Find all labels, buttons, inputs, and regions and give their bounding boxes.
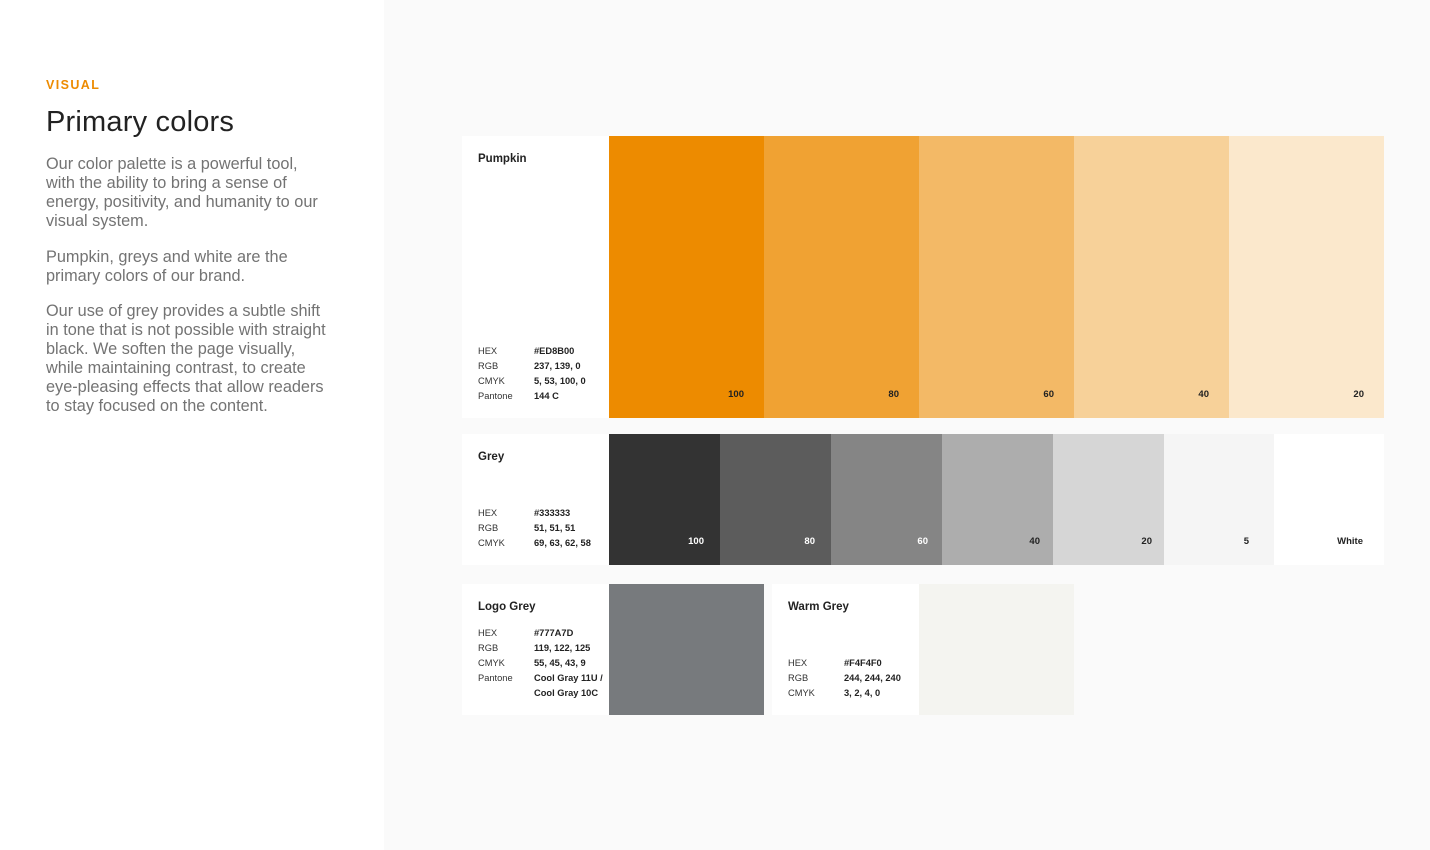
spec-row: CMYK 3, 2, 4, 0 <box>788 686 901 701</box>
color-specs: HEX #F4F4F0 RGB 244, 244, 240 CMYK 3, 2, 4,… <box>788 656 901 701</box>
grey-swatch-40: 40 <box>942 434 1053 565</box>
tint-label: 100 <box>728 389 744 400</box>
grey-swatch-100: 100 <box>609 434 720 565</box>
logo-grey-swatch <box>609 584 764 715</box>
tint-label: 40 <box>1029 536 1040 547</box>
spec-row: CMYK 5, 53, 100, 0 <box>478 374 586 389</box>
spec-row: HEX #ED8B00 <box>478 344 586 359</box>
spec-key: Pantone <box>478 673 513 683</box>
spec-value: 55, 45, 43, 9 <box>534 658 586 668</box>
intro-paragraph: Pumpkin, greys and white are the primary… <box>46 248 288 285</box>
pumpkin-swatch-20: 20 <box>1229 136 1384 418</box>
tint-label: White <box>1337 536 1363 547</box>
intro-paragraph: Our use of grey provides a subtle shift … <box>46 302 326 415</box>
tint-label: 40 <box>1198 389 1209 400</box>
spec-row: RGB 237, 139, 0 <box>478 359 586 374</box>
warm-grey-swatch <box>919 584 1074 715</box>
spec-key: CMYK <box>478 538 505 548</box>
page-title: Primary colors <box>46 106 235 138</box>
pumpkin-swatch-100: 100 <box>609 136 764 418</box>
color-name: Pumpkin <box>478 153 527 165</box>
spec-row: RGB 244, 244, 240 <box>788 671 901 686</box>
spec-row: RGB 119, 122, 125 <box>478 641 603 656</box>
spec-row: Cool Gray 10C <box>478 686 603 701</box>
spec-key: HEX <box>478 628 498 638</box>
color-specs: HEX #333333 RGB 51, 51, 51 CMYK 69, 63, 62,… <box>478 506 591 551</box>
palette-panel <box>384 0 1430 850</box>
grey-info-card: Grey HEX #333333 RGB 51, 51, 51 CMYK 69, 63… <box>462 434 609 565</box>
grey-swatch-5: 5 <box>1164 434 1274 565</box>
spec-value: 3, 2, 4, 0 <box>844 688 881 698</box>
tint-label: 20 <box>1141 536 1152 547</box>
spec-row: CMYK 55, 45, 43, 9 <box>478 656 603 671</box>
tint-label: 60 <box>1043 389 1054 400</box>
spec-key: RGB <box>478 643 499 653</box>
grey-swatch-white: White <box>1274 434 1384 565</box>
spec-key: HEX <box>478 346 498 356</box>
spec-row: Pantone Cool Gray 11U / <box>478 671 603 686</box>
tint-label: 80 <box>804 536 815 547</box>
spec-value: 69, 63, 62, 58 <box>534 538 591 548</box>
grey-swatch-20: 20 <box>1053 434 1164 565</box>
pumpkin-swatch-80: 80 <box>764 136 919 418</box>
spec-key: RGB <box>788 673 809 683</box>
tint-label: 20 <box>1353 389 1364 400</box>
spec-value: #ED8B00 <box>534 346 575 356</box>
color-name: Logo Grey <box>478 601 536 613</box>
spec-value: 244, 244, 240 <box>844 673 901 683</box>
spec-key: CMYK <box>478 376 505 386</box>
tint-label: 80 <box>888 389 899 400</box>
intro-panel: VISUAL Primary colors Our color palette … <box>0 0 384 850</box>
spec-value: #333333 <box>534 508 571 518</box>
spec-value: Cool Gray 10C <box>534 688 599 698</box>
grey-swatch-60: 60 <box>831 434 942 565</box>
spec-row: HEX #333333 <box>478 506 591 521</box>
spec-row: HEX #F4F4F0 <box>788 656 901 671</box>
spec-value: 237, 139, 0 <box>534 361 581 371</box>
tint-label: 100 <box>688 536 704 547</box>
spec-key: RGB <box>478 361 499 371</box>
spec-key: CMYK <box>478 658 505 668</box>
logo-grey-info-card: Logo Grey HEX #777A7D RGB 119, 122, 125 CM… <box>462 584 609 715</box>
section-eyebrow: VISUAL <box>46 78 101 92</box>
grey-swatch-80: 80 <box>720 434 831 565</box>
spec-value: Cool Gray 11U / <box>534 673 603 683</box>
spec-key <box>478 686 534 701</box>
spec-row: RGB 51, 51, 51 <box>478 521 591 536</box>
spec-value: 144 C <box>534 391 559 401</box>
spec-value: 51, 51, 51 <box>534 523 576 533</box>
pumpkin-info-card: Pumpkin HEX #ED8B00 RGB 237, 139, 0 CMYK 5,… <box>462 136 609 418</box>
spec-value: #777A7D <box>534 628 574 638</box>
spec-key: HEX <box>478 508 498 518</box>
spec-key: HEX <box>788 658 808 668</box>
pumpkin-swatch-60: 60 <box>919 136 1074 418</box>
color-name: Warm Grey <box>788 601 849 613</box>
spec-value: #F4F4F0 <box>844 658 882 668</box>
spec-key: RGB <box>478 523 499 533</box>
warm-grey-info-card: Warm Grey HEX #F4F4F0 RGB 244, 244, 240 CM… <box>772 584 919 715</box>
pumpkin-swatch-40: 40 <box>1074 136 1229 418</box>
spec-row: Pantone 144 C <box>478 389 586 404</box>
color-specs: HEX #777A7D RGB 119, 122, 125 CMYK 55, 45, … <box>478 626 603 701</box>
spec-row: HEX #777A7D <box>478 626 603 641</box>
spec-key: CMYK <box>788 688 815 698</box>
spec-row: CMYK 69, 63, 62, 58 <box>478 536 591 551</box>
spec-value: 5, 53, 100, 0 <box>534 376 586 386</box>
color-name: Grey <box>478 451 505 463</box>
intro-paragraph: Our color palette is a powerful tool, wi… <box>46 155 318 230</box>
tint-label: 60 <box>917 536 928 547</box>
color-specs: HEX #ED8B00 RGB 237, 139, 0 CMYK 5, 53, 100… <box>478 344 586 404</box>
spec-key: Pantone <box>478 391 513 401</box>
spec-value: 119, 122, 125 <box>534 643 591 653</box>
tint-label: 5 <box>1243 536 1249 547</box>
